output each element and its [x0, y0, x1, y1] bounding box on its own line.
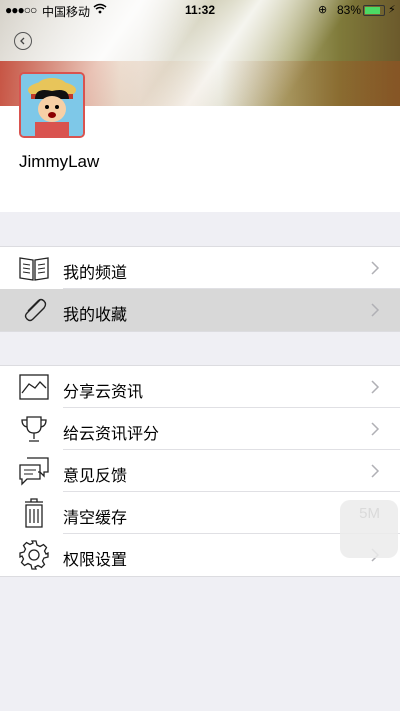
menu-item-my-channels[interactable]: 我的频道: [0, 247, 400, 289]
menu-item-label: 权限设置: [63, 552, 128, 569]
avatar[interactable]: [19, 72, 85, 138]
paperclip-icon: [24, 298, 47, 322]
menu-item-label: 清空缓存: [63, 510, 128, 527]
chevron-right-icon: [371, 261, 380, 275]
menu-item-label: 我的收藏: [63, 307, 128, 324]
menu-item-label: 我的频道: [63, 265, 128, 282]
battery-icon: [363, 5, 385, 16]
rotation-lock-icon: ⊕: [318, 4, 328, 16]
chevron-right-icon: [371, 380, 380, 394]
menu-item-rate-app[interactable]: 给云资讯评分: [0, 408, 400, 450]
menu-item-share-app[interactable]: 分享云资讯: [0, 366, 400, 408]
gear-icon: [19, 540, 49, 570]
battery-percent: 83%: [337, 3, 362, 17]
menu-item-label: 意见反馈: [63, 468, 128, 485]
trophy-icon: [21, 416, 47, 442]
back-button[interactable]: [14, 32, 32, 50]
assistive-touch-button[interactable]: [340, 500, 398, 558]
chart-icon: [19, 374, 49, 400]
battery-fill: [365, 7, 380, 14]
book-icon: [19, 257, 49, 281]
chevron-right-icon: [371, 303, 380, 317]
menu-item-label: 给云资讯评分: [63, 426, 160, 443]
chat-bubbles-icon: [19, 457, 49, 486]
menu-item-label: 分享云资讯: [63, 384, 144, 401]
status-bar: ●●●○○ 中国移动 11:32 ⊕ 83% ⚡: [0, 0, 400, 20]
trash-icon: [25, 498, 43, 528]
charging-icon: ⚡: [388, 4, 396, 16]
username: JimmyLaw: [19, 152, 100, 171]
avatar-image: [21, 74, 83, 136]
menu-item-feedback[interactable]: 意见反馈: [0, 450, 400, 492]
chevron-left-icon: [20, 37, 25, 45]
menu-item-my-favorites[interactable]: 我的收藏: [0, 289, 400, 331]
chevron-right-icon: [371, 422, 380, 436]
chevron-right-icon: [371, 464, 380, 478]
menu-group-personal: 我的频道 我的收藏: [0, 246, 400, 332]
